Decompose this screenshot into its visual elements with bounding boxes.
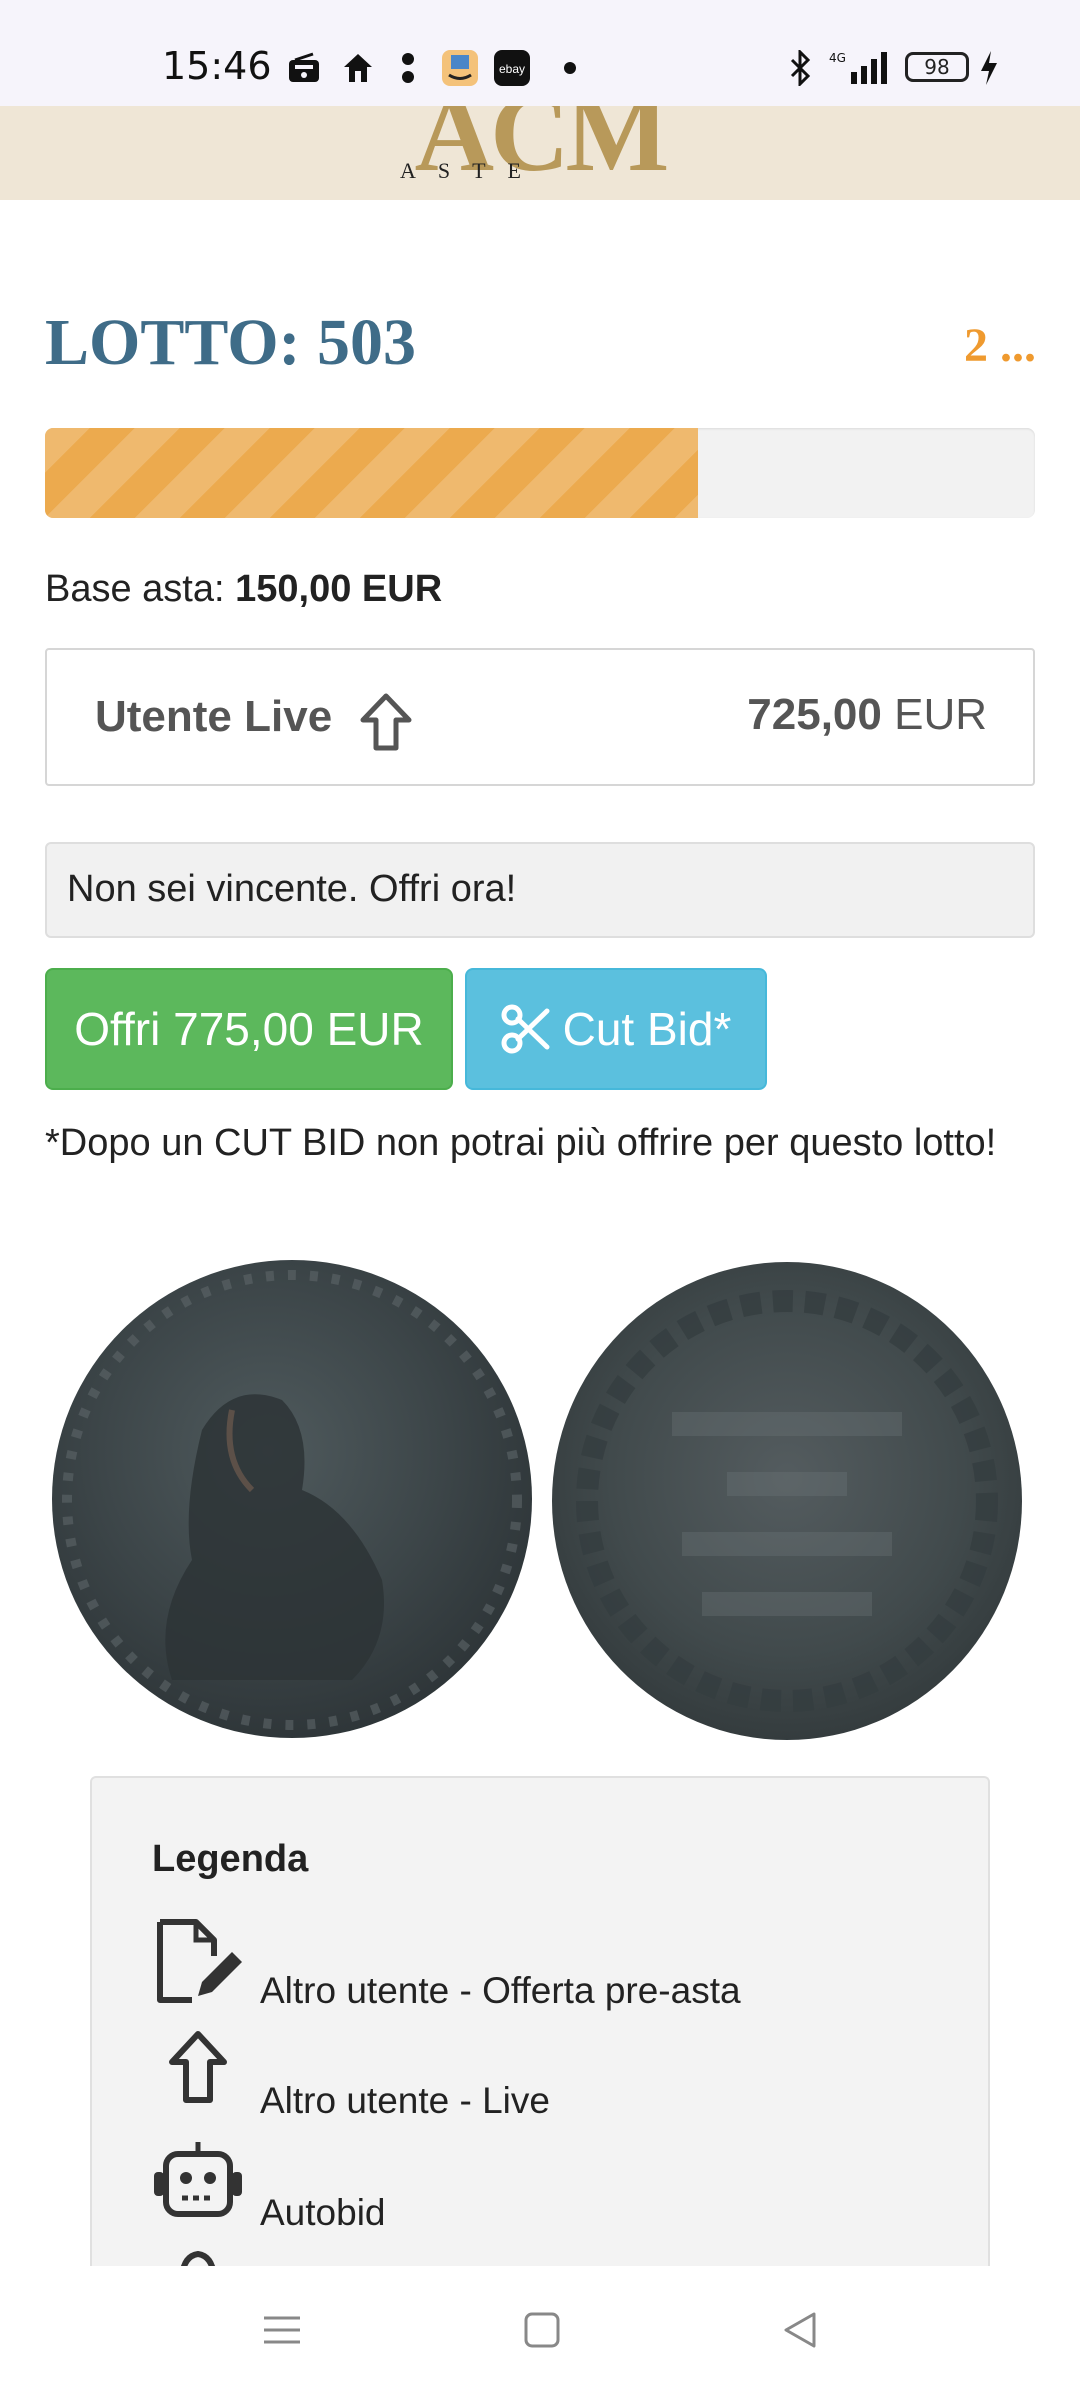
auction-progress-bar xyxy=(45,428,1035,518)
bid-amount-value: 725,00 xyxy=(747,690,882,739)
back-icon[interactable] xyxy=(780,2310,820,2355)
lot-title: LOTTO: 503 xyxy=(45,306,417,379)
bid-status-message: Non sei vincente. Offri ora! xyxy=(45,842,1035,938)
progress-fill xyxy=(45,428,699,518)
legend-item-pre-auction: Altro utente - Offerta pre-asta xyxy=(260,1970,741,2011)
base-asta: Base asta: 150,00 EUR xyxy=(45,568,442,611)
status-time: 15:46 xyxy=(162,44,272,88)
bid-user: Utente Live xyxy=(95,692,333,741)
base-asta-label: Base asta: xyxy=(45,568,225,610)
coin-obverse-portrait xyxy=(62,1270,522,1730)
cut-bid-button[interactable]: Cut Bid* xyxy=(465,968,767,1090)
current-bid-box: Utente Live 725,00 EUR xyxy=(45,648,1035,786)
cut-bid-note: *Dopo un CUT BID non potrai più offrire … xyxy=(45,1122,997,1164)
charging-icon xyxy=(978,48,1000,88)
legend-title: Legenda xyxy=(152,1838,309,1880)
radio-icon xyxy=(284,48,324,88)
file-edit-icon xyxy=(148,1916,248,2006)
bid-amount: 725,00 EUR xyxy=(747,690,987,740)
signal-4g-icon: 4G xyxy=(826,48,892,88)
amazon-icon xyxy=(440,48,480,88)
svg-text:ebay: ebay xyxy=(499,62,525,76)
status-bar: 15:46 ebay 4G 98 xyxy=(0,0,1080,106)
header-banner: ACM ASTE xyxy=(0,106,1080,200)
coin-reverse-wreath xyxy=(576,1290,998,1712)
system-nav-bar xyxy=(0,2266,1080,2400)
legend-item-autobid: Autobid xyxy=(260,2192,386,2233)
scissors-icon xyxy=(501,1004,550,1054)
coin-reverse-image[interactable] xyxy=(552,1262,1022,1740)
menu-icon[interactable] xyxy=(262,2310,302,2355)
battery-icon: 98 xyxy=(905,52,969,82)
base-asta-value: 150,00 EUR xyxy=(235,568,443,610)
legend-item-live: Altro utente - Live xyxy=(260,2080,550,2121)
offer-button-label: Offri 775,00 EUR xyxy=(74,1003,424,1055)
legend-panel: Legenda Altro utente - Offerta pre-asta … xyxy=(90,1776,990,2276)
dot-icon xyxy=(562,48,578,88)
ebay-icon: ebay xyxy=(492,48,532,88)
logo-subtext: ASTE xyxy=(400,158,543,183)
acm-logo[interactable]: ACM ASTE xyxy=(400,106,680,188)
offer-button[interactable]: Offri 775,00 EUR xyxy=(45,968,453,1090)
bluetooth-icon xyxy=(786,48,814,88)
robot-icon xyxy=(148,2140,248,2230)
svg-text:4G: 4G xyxy=(829,51,846,65)
coin-obverse-image[interactable] xyxy=(52,1260,532,1738)
dots-icon xyxy=(398,48,418,88)
cut-bid-label: Cut Bid* xyxy=(562,1003,732,1055)
arrow-up-icon xyxy=(148,2028,248,2118)
home-icon xyxy=(338,48,378,88)
lot-indicator[interactable]: 2 ... xyxy=(964,318,1036,373)
home-square-icon[interactable] xyxy=(522,2310,562,2355)
arrow-up-icon xyxy=(359,692,413,752)
bid-amount-currency: EUR xyxy=(894,690,987,739)
